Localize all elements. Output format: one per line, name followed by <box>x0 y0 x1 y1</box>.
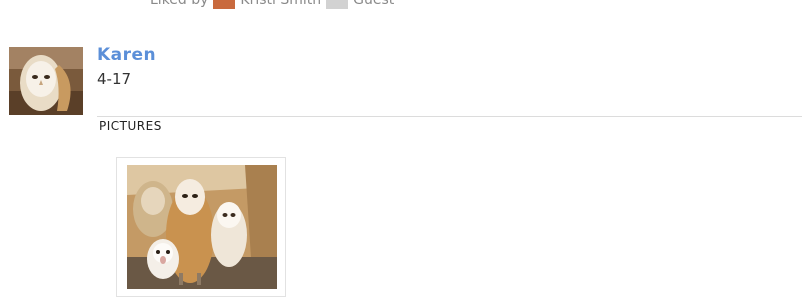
owl-nest-image <box>127 165 277 289</box>
author-avatar[interactable] <box>9 47 83 115</box>
pictures-section-label: PICTURES <box>99 119 162 133</box>
liked-by-label: Liked by <box>150 0 209 8</box>
liked-by-row: Liked by Kristi Smith Guest <box>150 0 394 10</box>
divider <box>97 116 802 117</box>
liker-name-link[interactable]: Kristi Smith <box>240 0 321 8</box>
liker-name-link[interactable]: Guest <box>353 0 394 8</box>
photo-thumbnail-frame[interactable] <box>116 157 286 297</box>
author-name-link[interactable]: Karen <box>97 45 156 65</box>
owl-family-photo[interactable] <box>127 165 277 289</box>
guest-avatar[interactable] <box>326 0 349 9</box>
post-date-text: 4-17 <box>97 70 132 88</box>
liker-avatar[interactable] <box>213 0 236 9</box>
owl-avatar-image <box>9 47 83 115</box>
